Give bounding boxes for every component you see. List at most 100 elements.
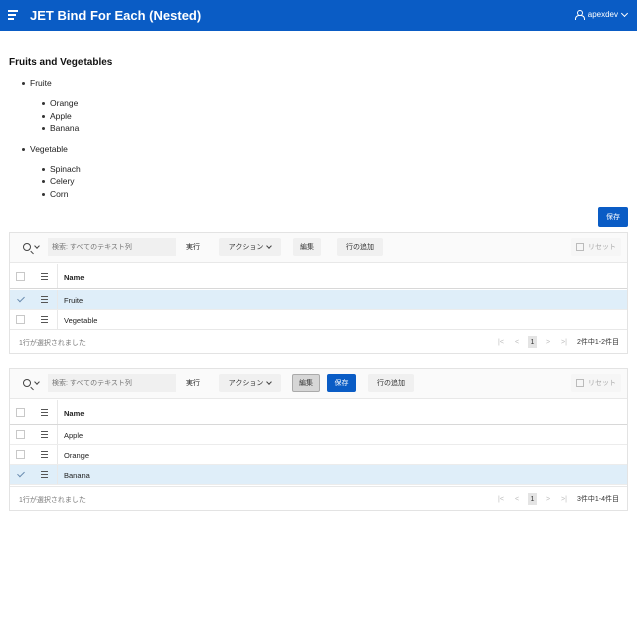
select-all-checkbox[interactable] bbox=[16, 272, 25, 281]
actions-menu-button[interactable]: アクション bbox=[219, 374, 281, 392]
row-checkbox[interactable] bbox=[16, 430, 25, 439]
current-page: 1 bbox=[527, 493, 537, 505]
cell-name[interactable]: Orange bbox=[64, 451, 89, 460]
list-item: Banana bbox=[42, 123, 81, 136]
list-item: Celery bbox=[42, 176, 81, 189]
save-button[interactable]: 保存 bbox=[598, 207, 628, 227]
page-range: 3件中1-4件目 bbox=[576, 496, 619, 503]
list-item: Corn bbox=[42, 189, 81, 202]
column-divider bbox=[57, 264, 58, 288]
page-range: 2件中1-2件目 bbox=[576, 339, 619, 346]
column-divider bbox=[57, 465, 58, 484]
row-checkbox[interactable] bbox=[16, 450, 25, 459]
grid-footer: 1行が選択されました |< < 1 > >| 3件中1-4件目 bbox=[10, 486, 627, 510]
table-row[interactable]: Apple bbox=[10, 425, 627, 445]
actions-label: アクション bbox=[228, 380, 264, 387]
row-actions-icon[interactable] bbox=[41, 296, 48, 303]
user-menu[interactable]: apexdev bbox=[575, 9, 629, 20]
prev-page-icon[interactable]: < bbox=[512, 339, 522, 346]
list-item: Orange bbox=[42, 98, 81, 111]
search-input[interactable] bbox=[48, 238, 176, 256]
app-header: JET Bind For Each (Nested) apexdev bbox=[0, 0, 637, 31]
reset-button[interactable]: リセット bbox=[571, 238, 621, 256]
chevron-down-icon bbox=[266, 242, 273, 249]
menu-icon[interactable] bbox=[8, 10, 18, 20]
column-header-name[interactable]: Name bbox=[64, 273, 84, 282]
edit-button[interactable]: 編集 bbox=[293, 238, 321, 256]
interactive-grid-groups: 実行 アクション 編集 行の追加 リセット Name Fruite Vegeta… bbox=[9, 232, 628, 354]
group-label: Vegetable bbox=[22, 144, 81, 156]
table-row[interactable]: Fruite bbox=[10, 290, 627, 310]
reset-button[interactable]: リセット bbox=[571, 374, 621, 392]
column-divider bbox=[57, 290, 58, 309]
select-all-checkbox[interactable] bbox=[16, 408, 25, 417]
chevron-down-icon bbox=[266, 378, 273, 385]
next-page-icon[interactable]: > bbox=[543, 339, 553, 346]
interactive-grid-items: 実行 アクション 編集 保存 行の追加 リセット Name Apple Oran… bbox=[9, 368, 628, 511]
list-item: Apple bbox=[42, 111, 81, 124]
last-page-icon[interactable]: >| bbox=[559, 339, 569, 346]
grid-header: Name bbox=[10, 400, 627, 425]
grid-footer: 1行が選択されました |< < 1 > >| 2件中1-2件目 bbox=[10, 329, 627, 353]
selection-count: 1行が選択されました bbox=[19, 497, 86, 504]
table-row[interactable]: Banana bbox=[10, 465, 627, 485]
reset-label: リセット bbox=[588, 380, 616, 387]
selection-count: 1行が選択されました bbox=[19, 340, 86, 347]
search-icon bbox=[23, 379, 31, 387]
column-divider bbox=[57, 445, 58, 464]
search-icon bbox=[23, 243, 31, 251]
cell-name[interactable]: Fruite bbox=[64, 296, 83, 305]
grid-header: Name bbox=[10, 264, 627, 289]
row-actions-icon[interactable] bbox=[41, 451, 48, 458]
search-input[interactable] bbox=[48, 374, 176, 392]
column-header-name[interactable]: Name bbox=[64, 409, 84, 418]
list-item: Spinach bbox=[42, 164, 81, 177]
app-title: JET Bind For Each (Nested) bbox=[30, 8, 202, 23]
current-page: 1 bbox=[527, 336, 537, 348]
chevron-down-icon bbox=[620, 9, 629, 17]
next-page-icon[interactable]: > bbox=[543, 496, 553, 503]
row-checkbox[interactable] bbox=[16, 470, 25, 479]
pagination: |< < 1 > >| 2件中1-2件目 bbox=[496, 335, 619, 349]
search-column-selector[interactable] bbox=[16, 238, 46, 256]
chevron-down-icon bbox=[34, 378, 40, 385]
sub-list: Orange Apple Banana bbox=[22, 98, 81, 136]
grid-save-button[interactable]: 保存 bbox=[327, 374, 356, 392]
row-actions-icon[interactable] bbox=[41, 471, 48, 478]
column-divider bbox=[57, 310, 58, 329]
column-divider bbox=[57, 400, 58, 424]
prev-page-icon[interactable]: < bbox=[512, 496, 522, 503]
row-menu-header-icon bbox=[41, 273, 48, 280]
table-row[interactable]: Vegetable bbox=[10, 310, 627, 330]
row-actions-icon[interactable] bbox=[41, 431, 48, 438]
sub-list: Spinach Celery Corn bbox=[22, 164, 81, 202]
actions-label: アクション bbox=[228, 244, 264, 251]
chevron-down-icon bbox=[34, 242, 40, 249]
last-page-icon[interactable]: >| bbox=[559, 496, 569, 503]
first-page-icon[interactable]: |< bbox=[496, 496, 506, 503]
add-row-button[interactable]: 行の追加 bbox=[337, 238, 383, 256]
cell-name[interactable]: Vegetable bbox=[64, 316, 97, 325]
grid-toolbar: 実行 アクション 編集 保存 行の追加 リセット bbox=[10, 369, 627, 399]
reset-icon bbox=[576, 243, 584, 251]
reset-icon bbox=[576, 379, 584, 387]
row-checkbox[interactable] bbox=[16, 315, 25, 324]
table-row[interactable]: Orange bbox=[10, 445, 627, 465]
column-divider bbox=[57, 425, 58, 444]
user-icon bbox=[575, 10, 586, 20]
search-column-selector[interactable] bbox=[16, 374, 46, 392]
run-button[interactable]: 実行 bbox=[180, 238, 206, 256]
grid-toolbar: 実行 アクション 編集 行の追加 リセット bbox=[10, 233, 627, 263]
reset-label: リセット bbox=[588, 244, 616, 251]
row-actions-icon[interactable] bbox=[41, 316, 48, 323]
run-button[interactable]: 実行 bbox=[180, 374, 206, 392]
cell-name[interactable]: Banana bbox=[64, 471, 90, 480]
pagination: |< < 1 > >| 3件中1-4件目 bbox=[496, 492, 619, 506]
group-label: Fruite bbox=[22, 78, 81, 90]
edit-button[interactable]: 編集 bbox=[292, 374, 320, 392]
cell-name[interactable]: Apple bbox=[64, 431, 83, 440]
add-row-button[interactable]: 行の追加 bbox=[368, 374, 414, 392]
actions-menu-button[interactable]: アクション bbox=[219, 238, 281, 256]
first-page-icon[interactable]: |< bbox=[496, 339, 506, 346]
row-checkbox[interactable] bbox=[16, 295, 25, 304]
